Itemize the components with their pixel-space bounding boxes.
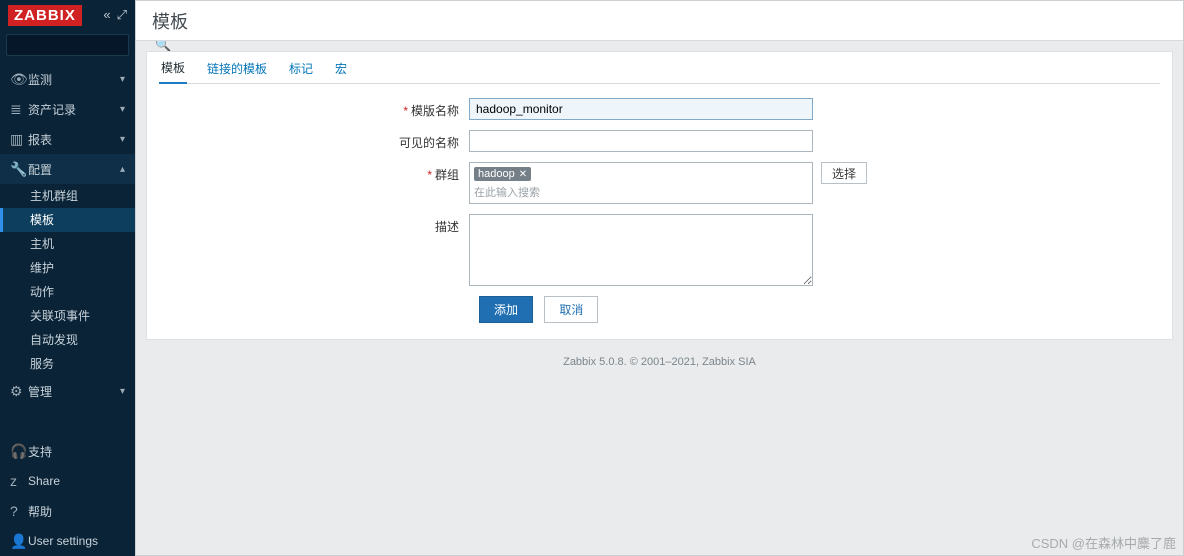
subnav-actions[interactable]: 动作 (0, 280, 135, 304)
chevron-down-icon: ▾ (120, 74, 125, 85)
chevron-down-icon: ▾ (120, 104, 125, 115)
eye-icon: 👁 (10, 71, 28, 88)
group-hint: 在此输入搜索 (474, 184, 808, 200)
subnav-hosts[interactable]: 主机 (0, 232, 135, 256)
page-title: 模板 (136, 1, 1183, 41)
input-description[interactable] (469, 214, 813, 286)
tab-template[interactable]: 模板 (159, 53, 187, 84)
label-template-name: 模版名称 (411, 104, 459, 118)
sidebar: ZABBIX « ⤢ 🔍 👁 监测 ▾ ≣ 资产记录 ▾ ▥ 报表 ▾ 🔧 配置… (0, 0, 135, 556)
header-icons: « ⤢ (103, 7, 127, 23)
nav-help[interactable]: ? 帮助 (0, 496, 135, 526)
headset-icon: 🎧 (10, 443, 28, 460)
multiselect-groups[interactable]: hadoop ✕ 在此输入搜索 (469, 162, 813, 204)
sidebar-bottom: 🎧 支持 z Share ? 帮助 👤 User settings (0, 436, 135, 556)
row-description: 描述 (159, 214, 1160, 286)
nav-monitoring[interactable]: 👁 监测 ▾ (0, 64, 135, 94)
chevron-down-icon: ▾ (120, 134, 125, 145)
main: 模板 模板 链接的模板 标记 宏 *模版名称 可见的名称 *群组 (135, 0, 1184, 556)
input-template-name[interactable] (469, 98, 813, 120)
subnav-services[interactable]: 服务 (0, 352, 135, 376)
label-groups: 群组 (435, 168, 459, 182)
nav-support[interactable]: 🎧 支持 (0, 436, 135, 466)
footer: Zabbix 5.0.8. © 2001–2021, Zabbix SIA (136, 350, 1183, 370)
add-button[interactable]: 添加 (479, 296, 533, 323)
tab-macros[interactable]: 宏 (333, 54, 349, 83)
input-visible-name[interactable] (469, 130, 813, 152)
row-groups: *群组 hadoop ✕ 在此输入搜索 选择 (159, 162, 1160, 204)
nav-reports[interactable]: ▥ 报表 ▾ (0, 124, 135, 154)
row-template-name: *模版名称 (159, 98, 1160, 120)
content-card: 模板 链接的模板 标记 宏 *模版名称 可见的名称 *群组 (146, 51, 1173, 340)
gear-icon: ⚙ (10, 383, 28, 400)
group-tag-label: hadoop (478, 168, 515, 180)
label-description: 描述 (435, 220, 459, 234)
nav-usersettings[interactable]: 👤 User settings (0, 526, 135, 556)
remove-tag-icon[interactable]: ✕ (519, 169, 527, 180)
list-icon: ≣ (10, 101, 28, 118)
share-icon: z (10, 473, 28, 489)
search-box[interactable]: 🔍 (6, 34, 129, 56)
popout-icon[interactable]: ⤢ (117, 7, 127, 23)
chevron-up-icon: ▴ (120, 164, 125, 175)
nav-inventory[interactable]: ≣ 资产记录 ▾ (0, 94, 135, 124)
sidebar-top: ZABBIX « ⤢ (0, 0, 135, 30)
subnav-maintenance[interactable]: 维护 (0, 256, 135, 280)
collapse-icon[interactable]: « (103, 7, 110, 23)
logo: ZABBIX (8, 5, 82, 26)
help-icon: ? (10, 503, 28, 519)
user-icon: 👤 (10, 533, 28, 550)
nav-share[interactable]: z Share (0, 466, 135, 496)
watermark: CSDN @在森林中麋了鹿 (1031, 533, 1176, 552)
nav-config[interactable]: 🔧 配置 ▴ (0, 154, 135, 184)
row-visible-name: 可见的名称 (159, 130, 1160, 152)
select-groups-button[interactable]: 选择 (821, 162, 867, 184)
tabs: 模板 链接的模板 标记 宏 (159, 52, 1160, 84)
form-actions: 添加 取消 (479, 296, 1160, 323)
label-visible-name: 可见的名称 (399, 136, 459, 150)
chart-icon: ▥ (10, 131, 28, 148)
subnav-correlation[interactable]: 关联项事件 (0, 304, 135, 328)
group-tag: hadoop ✕ (474, 167, 531, 181)
nav-admin[interactable]: ⚙ 管理 ▾ (0, 376, 135, 406)
subnav-hostgroups[interactable]: 主机群组 (0, 184, 135, 208)
wrench-icon: 🔧 (10, 161, 28, 178)
tab-linked[interactable]: 链接的模板 (205, 54, 269, 83)
subnav-templates[interactable]: 模板 (0, 208, 135, 232)
template-form: *模版名称 可见的名称 *群组 hadoop ✕ (159, 84, 1160, 323)
search-input[interactable] (13, 39, 155, 51)
chevron-down-icon: ▾ (120, 386, 125, 397)
tab-tags[interactable]: 标记 (287, 54, 315, 83)
subnav-discovery[interactable]: 自动发现 (0, 328, 135, 352)
cancel-button[interactable]: 取消 (544, 296, 598, 323)
